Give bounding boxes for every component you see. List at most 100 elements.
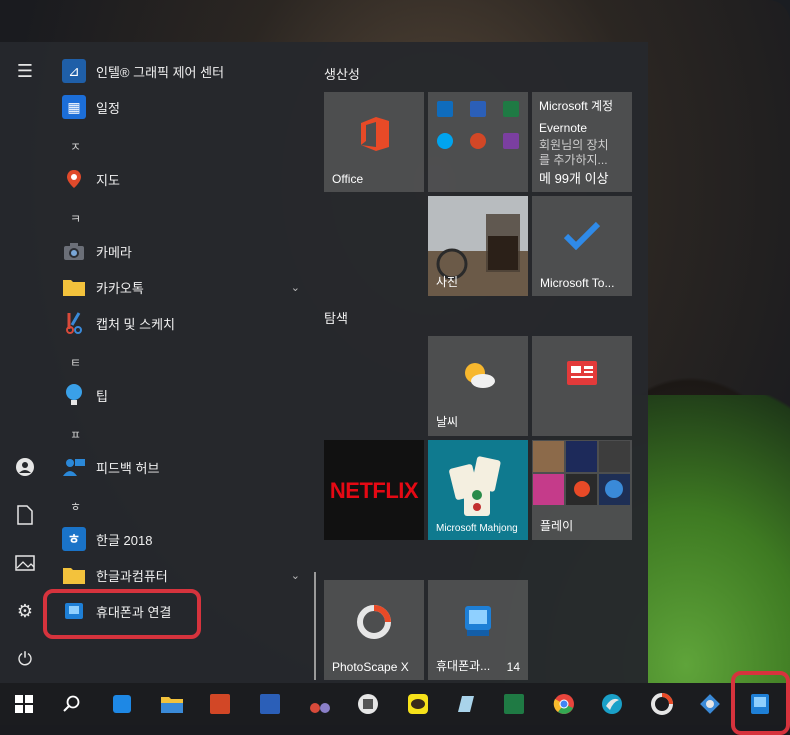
app-item-maps[interactable]: 지도 [62,161,308,197]
taskbar [0,683,790,725]
weather-sun-cloud-icon [428,360,528,390]
chevron-down-icon[interactable]: ⌄ [291,569,300,582]
highlight-box-taskbar-your-phone [731,671,790,735]
tile-label: 날씨 [436,415,459,429]
tile-microsoft-account-evernote[interactable]: Microsoft 계정 Evernote 회원님의 장치 를 추가하지... … [532,92,632,192]
office-icon [324,116,424,152]
notification-badge: 14 [506,660,520,674]
tile-photoscape-x[interactable]: PhotoScape X [324,580,424,680]
group-label-explore[interactable]: 탐색 [324,308,348,327]
app-item-hancom-folder[interactable]: 한글과컴퓨터 ⌄ [62,557,308,593]
chrome-icon[interactable] [548,688,580,720]
start-rail: ☰ ⚙ ⏻ [0,42,50,683]
user-account-icon[interactable] [14,456,36,478]
scissors-icon[interactable] [304,688,336,720]
section-letter[interactable]: ㅎ [70,498,81,515]
photoscape-icon [324,604,424,640]
app-item-snip-sketch[interactable]: 캡처 및 스케치 [62,305,308,341]
app-box-icon[interactable] [106,688,138,720]
powerpoint-icon[interactable] [204,688,236,720]
tile-label: Microsoft To... [540,276,615,290]
tile-label: 플레이 [540,519,574,533]
tile-title: Microsoft 계정 [539,99,614,113]
evernote-desc: 를 추가하지... [539,153,608,167]
snip-sketch-icon [62,311,86,335]
tile-label: 휴대폰과... [436,659,491,673]
app-label: 한글과컴퓨터 [96,568,168,584]
tile-mahjong[interactable]: Microsoft Mahjong [428,440,528,540]
windows-start-icon[interactable] [8,688,40,720]
app-item-tips[interactable]: 팁 [62,377,308,413]
app-item-feedback-hub[interactable]: 피드백 허브 [62,449,308,485]
section-letter[interactable]: ㅋ [70,210,81,227]
hangul-icon: ㅎ [62,527,86,551]
tile-photos[interactable]: 사진 [428,196,528,296]
scrollbar[interactable] [314,572,316,680]
group-label-productivity[interactable]: 생산성 [324,64,360,83]
capture-tool-icon[interactable] [352,688,384,720]
app-label: 카메라 [96,244,132,260]
calendar-icon: ▦ [62,95,86,119]
your-phone-icon [428,604,528,638]
netflix-logo: NETFLIX [329,478,419,503]
maps-icon [62,167,86,191]
tile-label: Microsoft Mahjong [436,523,518,534]
tile-news[interactable] [532,336,632,436]
notification-count: 메 99개 이상 [539,171,609,186]
app-item-intel-graphics[interactable]: ⊿ 인텔® 그래픽 제어 센터 [62,53,308,89]
folder-icon [62,563,86,587]
app-item-hangul-2018[interactable]: ㅎ 한글 2018 [62,521,308,557]
word-icon[interactable] [254,688,286,720]
tile-label: Office [332,172,364,186]
folder-icon [62,275,86,299]
camera-icon [62,239,86,263]
section-letter[interactable]: ㅈ [70,138,81,155]
tile-play-folder[interactable]: 플레이 [532,440,632,540]
app-item-camera[interactable]: 카메라 [62,233,308,269]
tile-label: 사진 [436,275,459,289]
intel-graphics-icon: ⊿ [62,59,86,83]
app-item-calendar[interactable]: ▦ 일정 [62,89,308,125]
evernote-title: Evernote [539,121,588,135]
bird-app-icon[interactable] [596,688,628,720]
documents-icon[interactable] [14,504,36,526]
pictures-icon[interactable] [14,552,36,574]
app-label: 지도 [96,172,120,188]
section-letter[interactable]: ㅌ [70,354,81,371]
app-label: 카카오톡 [96,280,144,296]
app-label: 캡처 및 스케치 [96,316,175,332]
app-label: 인텔® 그래픽 제어 센터 [96,64,225,80]
tile-office[interactable]: Office [324,92,424,192]
notepad-icon[interactable] [450,688,482,720]
news-icon [532,360,632,386]
app-label: 팁 [96,388,108,404]
feedback-hub-icon [62,455,86,479]
tile-microsoft-todo[interactable]: Microsoft To... [532,196,632,296]
gear-app-icon[interactable] [694,688,726,720]
tips-icon [62,383,86,407]
play-apps-grid [533,441,630,505]
tile-netflix[interactable]: NETFLIX [324,440,424,540]
photoscape-x-icon[interactable] [646,688,678,720]
file-explorer-icon[interactable] [156,688,188,720]
hamburger-icon[interactable]: ☰ [14,60,36,82]
chevron-down-icon[interactable]: ⌄ [291,281,300,294]
search-icon[interactable] [56,688,88,720]
app-label: 한글 2018 [96,532,153,548]
section-letter[interactable]: ㅍ [70,426,81,443]
app-list: ⊿ 인텔® 그래픽 제어 센터 ▦ 일정 ㅈ 지도 ㅋ 카메라 카카오톡 ⌄ 캡… [50,42,308,683]
start-menu: ☰ ⚙ ⏻ ⊿ 인텔® 그래픽 제어 센터 ▦ 일정 ㅈ 지도 ㅋ 카메라 카카… [0,42,648,683]
kakaotalk-icon[interactable] [402,688,434,720]
tile-label: PhotoScape X [332,660,409,674]
tile-your-phone[interactable]: 휴대폰과... 14 [428,580,528,680]
power-icon[interactable]: ⏻ [14,648,36,670]
tile-weather[interactable]: 날씨 [428,336,528,436]
office-apps-icons [437,101,519,149]
excel-icon[interactable] [498,688,530,720]
tile-office-apps-folder[interactable] [428,92,528,192]
settings-gear-icon[interactable]: ⚙ [14,600,36,622]
app-label: 피드백 허브 [96,460,160,476]
todo-check-icon [532,220,632,250]
highlight-box-your-phone-item [43,589,201,639]
app-item-kakaotalk-folder[interactable]: 카카오톡 ⌄ [62,269,308,305]
